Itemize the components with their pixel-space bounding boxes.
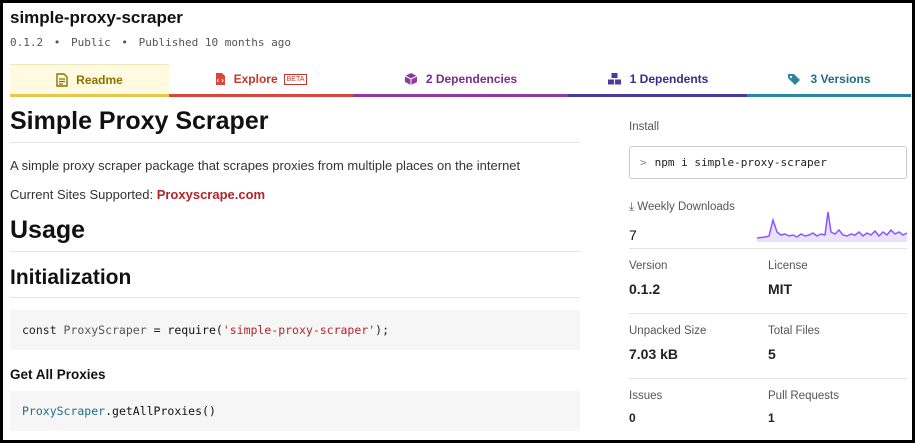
code-operator: = (146, 323, 168, 337)
code-variable: ProxyScraper (63, 323, 147, 337)
stat-issues[interactable]: Issues 0 (629, 379, 768, 440)
downloads-sparkline (757, 211, 907, 242)
tab-dependents[interactable]: 1 Dependents (568, 64, 747, 97)
prompt-chevron-icon: > (640, 156, 647, 169)
supported-sites-label: Current Sites Supported: (10, 187, 157, 202)
stat-version: Version 0.1.2 (629, 249, 768, 314)
readme-description: A simple proxy scraper package that scra… (10, 158, 521, 173)
package-name: simple-proxy-scraper (10, 8, 183, 27)
tab-readme[interactable]: Readme (10, 64, 169, 97)
code-function: require( (167, 323, 223, 337)
tab-explore[interactable]: Explore BETA (169, 64, 353, 97)
beta-badge: BETA (283, 73, 308, 85)
supported-sites: Current Sites Supported: Proxyscrape.com (10, 187, 580, 202)
box-icon (404, 73, 418, 85)
weekly-downloads-count: 7 (629, 227, 637, 243)
readme-title: Simple Proxy Scraper (10, 107, 580, 143)
tab-dependencies[interactable]: 2 Dependencies (353, 64, 568, 97)
stat-pull-requests[interactable]: Pull Requests 1 (768, 379, 907, 440)
tab-versions[interactable]: 3 Versions (747, 64, 911, 97)
code-block-get-all: ProxyScraper .getAllProxies() (10, 391, 580, 431)
get-all-proxies-heading: Get All Proxies (10, 367, 106, 382)
code-object: ProxyScraper (22, 404, 106, 418)
code-method: .getAllProxies() (105, 404, 216, 418)
package-stats: Version 0.1.2 License MIT Unpacked Size … (629, 249, 907, 440)
usage-heading: Usage (10, 216, 580, 252)
tab-dependents-label: 1 Dependents (629, 72, 709, 86)
sidebar: Install > npm i simple-proxy-scraper ⤓ W… (629, 121, 907, 440)
readme-content: Simple Proxy Scraper A simple proxy scra… (10, 107, 580, 431)
install-label: Install (629, 121, 660, 133)
code-block-init: const ProxyScraper = require('simple-pro… (10, 310, 580, 350)
tags-icon (788, 73, 801, 85)
package-meta: 0.1.2 • Public • Published 10 months ago (10, 36, 291, 49)
install-command: npm i simple-proxy-scraper (654, 156, 827, 169)
code-end: ); (375, 323, 389, 337)
proxyscrape-link[interactable]: Proxyscrape.com (157, 187, 265, 202)
stat-unpacked-size: Unpacked Size 7.03 kB (629, 314, 768, 379)
page-frame: simple-proxy-scraper 0.1.2 • Public • Pu… (0, 0, 915, 443)
file-code-icon (215, 73, 225, 85)
stat-license: License MIT (768, 249, 907, 314)
tab-versions-label: 3 Versions (810, 72, 871, 86)
tab-explore-label: Explore (233, 72, 278, 86)
document-icon (56, 72, 68, 87)
weekly-downloads: ⤓ Weekly Downloads 7 (629, 201, 907, 249)
code-string: 'simple-proxy-scraper' (222, 323, 376, 337)
download-icon: ⤓ (629, 201, 635, 213)
stat-total-files: Total Files 5 (768, 314, 907, 379)
package-version: 0.1.2 (10, 36, 44, 49)
package-tabs: Readme Explore BETA 2 Dependencies 1 Dep… (10, 64, 911, 97)
code-keyword: const (22, 323, 64, 337)
package-published: Published 10 months ago (138, 36, 291, 49)
boxes-icon (607, 73, 621, 85)
tab-dependencies-label: 2 Dependencies (425, 72, 518, 86)
package-visibility: Public (71, 36, 111, 49)
install-command-box[interactable]: > npm i simple-proxy-scraper (629, 146, 907, 179)
tab-readme-label: Readme (76, 72, 123, 87)
initialization-heading: Initialization (10, 266, 580, 298)
